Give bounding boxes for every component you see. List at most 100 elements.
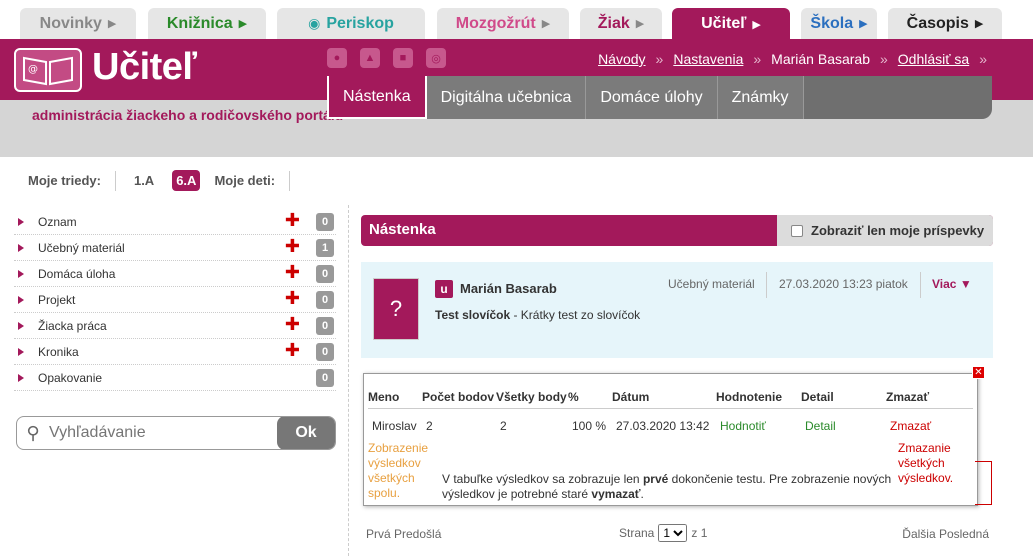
cell-date: 27.03.2020 13:42 <box>616 419 710 433</box>
chat-bubble-icon[interactable]: ■ <box>393 48 413 68</box>
user-type-badge: u <box>435 280 453 298</box>
portal-tab-kniznica[interactable]: Knižnica ▶ <box>148 8 266 39</box>
delete-all-results-link[interactable]: Zmazanie všetkých výsledkov. <box>898 441 964 486</box>
bullet-arrow-icon <box>18 347 24 356</box>
add-plus-icon[interactable]: ✚ <box>285 262 300 283</box>
note-text: . <box>640 487 644 501</box>
avatar: ? <box>373 278 419 340</box>
more-button[interactable]: Viac ▼ <box>932 277 972 291</box>
logout-link[interactable]: Odhlásiť sa <box>898 51 969 67</box>
col-header-date: Dátum <box>612 390 650 404</box>
portal-tab-novinky[interactable]: Novinky ▶ <box>20 8 136 39</box>
sidebar-item-ucebny-material[interactable]: Učebný materiál ✚ 1 <box>14 235 336 261</box>
portal-tab-skola[interactable]: Škola ▶ <box>801 8 877 39</box>
sidebar-item-opakovanie[interactable]: Opakovanie 0 <box>14 365 336 391</box>
col-header-percent: % <box>568 390 579 404</box>
col-header-name: Meno <box>368 390 400 404</box>
add-plus-icon[interactable]: ✚ <box>285 210 300 231</box>
double-chevron-icon: » <box>753 51 762 67</box>
page-select[interactable]: 1 <box>658 524 688 542</box>
col-header-delete: Zmazať <box>886 390 930 404</box>
bullet-arrow-icon <box>18 373 24 382</box>
first-prev-links[interactable]: Prvá Predošlá <box>366 527 441 541</box>
search-ok-button[interactable]: Ok <box>277 417 335 449</box>
class-selector: Moje triedy: 1.A 6.A Moje deti: <box>28 170 291 191</box>
pagination: Prvá Predošlá Strana 1 z 1 Ďalšia Posled… <box>361 520 993 548</box>
page-of-label: z 1 <box>691 526 708 540</box>
post-category: Učebný materiál <box>668 277 755 291</box>
sidebar-item-kronika[interactable]: Kronika ✚ 0 <box>14 339 336 365</box>
bullet-arrow-icon <box>18 243 24 252</box>
col-header-rating: Hodnotenie <box>716 390 782 404</box>
portal-tabs: Novinky ▶ Knižnica ▶ ◉ Periskop Mozgožrút ▶ … <box>0 0 1033 40</box>
note-text: V tabuľke výsledkov sa zobrazuje len <box>442 472 643 486</box>
top-links: Návody » Nastavenia » Marián Basarab » O… <box>598 51 987 67</box>
portal-tab-label: Novinky <box>39 14 102 32</box>
svg-text:@: @ <box>28 64 38 75</box>
cell-points: 2 <box>426 419 433 433</box>
add-plus-icon[interactable]: ✚ <box>285 236 300 257</box>
play-arrow-icon: ▶ <box>859 18 868 30</box>
post-author: Marián Basarab <box>460 281 557 296</box>
user-name: Marián Basarab <box>771 51 870 67</box>
page-selector: Strana 1 z 1 <box>619 524 707 542</box>
divider <box>766 272 767 298</box>
nav-domace-ulohy[interactable]: Domáce úlohy <box>586 76 718 119</box>
lightbulb-icon[interactable]: ● <box>327 48 347 68</box>
next-last-links[interactable]: Ďalšia Posledná <box>902 527 989 541</box>
play-arrow-icon: ▶ <box>238 18 248 30</box>
nav-nastenka[interactable]: Nástenka <box>327 76 427 119</box>
guides-link[interactable]: Návody <box>598 51 645 67</box>
portal-tab-label: Periskop <box>326 14 394 32</box>
count-badge: 0 <box>316 265 334 283</box>
nav-znamky[interactable]: Známky <box>717 76 804 119</box>
nav-digitalna-ucebnica[interactable]: Digitálna učebnica <box>426 76 587 119</box>
note-emphasis: prvé <box>642 472 669 486</box>
class-1a[interactable]: 1.A <box>130 173 158 188</box>
portal-tab-label: Časopis <box>906 14 969 32</box>
add-plus-icon[interactable]: ✚ <box>285 314 300 335</box>
play-arrow-icon: ▶ <box>541 18 551 30</box>
count-badge: 0 <box>316 343 334 361</box>
board-title: Nástenka <box>369 221 436 238</box>
portal-tab-mozgozrut[interactable]: Mozgožrút ▶ <box>437 8 569 39</box>
count-badge: 0 <box>316 317 334 335</box>
book-logo-icon: @ <box>14 48 82 92</box>
delete-link[interactable]: Zmazať <box>890 419 931 433</box>
sidebar-item-label: Opakovanie <box>38 370 103 385</box>
portal-tab-periskop[interactable]: ◉ Periskop <box>277 8 425 39</box>
portal-tab-ucitel[interactable]: Učiteľ ▶ <box>672 8 790 40</box>
my-classes-label: Moje triedy: <box>28 173 101 188</box>
sidebar-item-oznam[interactable]: Oznam ✚ 0 <box>14 209 336 235</box>
portal-tab-label: Mozgožrút <box>455 14 536 32</box>
only-my-posts-label: Zobraziť len moje príspevky <box>811 223 985 238</box>
sidebar-item-projekt[interactable]: Projekt ✚ 0 <box>14 287 336 313</box>
class-6a[interactable]: 6.A <box>172 170 201 191</box>
portal-tab-casopis[interactable]: Časopis ▶ <box>888 8 1002 39</box>
double-chevron-icon: » <box>655 51 664 67</box>
settings-link[interactable]: Nastavenia <box>673 51 743 67</box>
search-icon: ⚲ <box>26 422 40 443</box>
col-header-detail: Detail <box>801 390 834 404</box>
add-plus-icon[interactable]: ✚ <box>285 340 300 361</box>
search-input[interactable] <box>49 424 277 442</box>
sidebar-item-domaca-uloha[interactable]: Domáca úloha ✚ 0 <box>14 261 336 287</box>
detail-link[interactable]: Detail <box>805 419 836 433</box>
count-badge: 0 <box>316 369 334 387</box>
only-my-posts-checkbox[interactable] <box>791 224 803 237</box>
close-icon[interactable]: ✕ <box>972 366 985 379</box>
portal-tab-ziak[interactable]: Žiak ▶ <box>580 8 662 39</box>
bullet-arrow-icon <box>18 321 24 330</box>
show-all-results-link[interactable]: Zobrazenie výsledkov všetkých spolu. <box>368 441 434 501</box>
post-date: 27.03.2020 13:23 piatok <box>779 277 908 291</box>
sidebar-item-ziacka-praca[interactable]: Žiacka práca ✚ 0 <box>14 313 336 339</box>
add-plus-icon[interactable]: ✚ <box>285 288 300 309</box>
broadcast-icon[interactable]: ◎ <box>426 48 446 68</box>
graduation-cap-icon[interactable]: ▲ <box>360 48 380 68</box>
rate-link[interactable]: Hodnotiť <box>720 419 766 433</box>
divider <box>920 272 921 298</box>
count-badge: 1 <box>316 239 334 257</box>
category-sidebar: Oznam ✚ 0 Učebný materiál ✚ 1 Domáca úlo… <box>14 209 336 391</box>
only-my-posts-filter[interactable]: Zobraziť len moje príspevky <box>777 215 993 246</box>
post-title: Test slovíčok <box>435 308 511 322</box>
